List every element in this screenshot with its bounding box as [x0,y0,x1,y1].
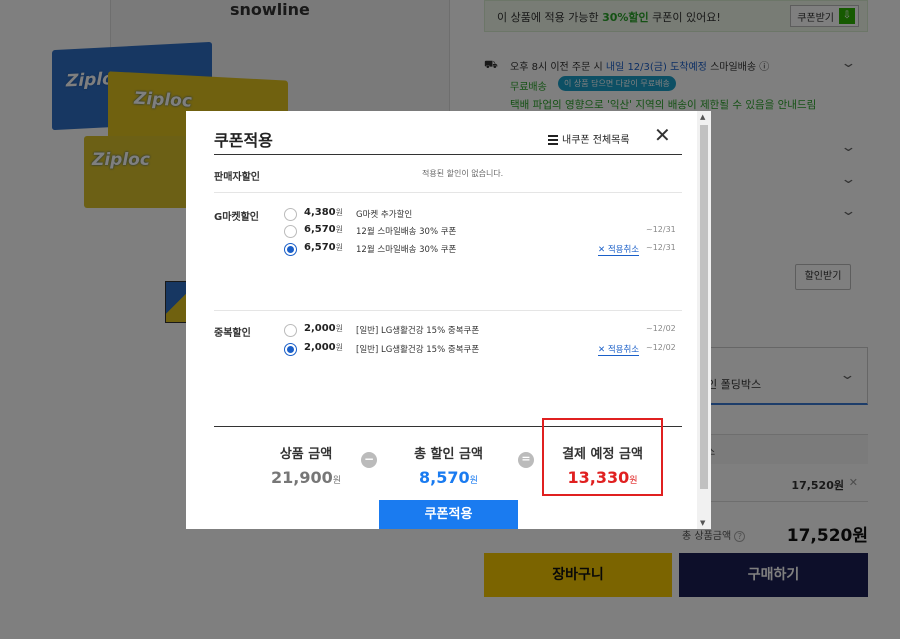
coupon-name: [일반] LG생활건강 15% 중복쿠폰 [356,345,480,355]
scroll-thumb[interactable] [700,125,708,489]
duplicate-discount-label: 중복할인 [214,328,251,339]
list-icon [548,133,558,147]
coupon-amount: 6,570원 [304,242,344,253]
section-divider [214,192,682,193]
close-icon[interactable]: ✕ [654,123,671,147]
coupon-expiry: ~12/31 [646,225,676,234]
coupon-row[interactable]: 2,000원 [일반] LG생활건강 15% 중복쿠폰 ✕ 적용취소 ~12/02 [284,342,684,360]
coupon-name: 12월 스마일배송 30% 쿠폰 [356,227,457,237]
coupon-expiry: ~12/31 [646,243,676,252]
coupon-expiry: ~12/02 [646,324,676,333]
coupon-row[interactable]: 2,000원 [일반] LG생활건강 15% 중복쿠폰 ~12/02 [284,323,684,341]
cancel-coupon-link[interactable]: ✕ 적용취소 [598,343,640,356]
coupon-name: 12월 스마일배송 30% 쿠폰 [356,245,457,255]
coupon-radio[interactable] [284,324,297,337]
coupon-row[interactable]: 6,570원 12월 스마일배송 30% 쿠폰 ✕ 적용취소 ~12/31 [284,242,684,260]
coupon-amount: 2,000원 [304,323,344,334]
modal-scrollbar[interactable]: ▲ ▼ [697,111,711,529]
minus-icon: − [361,452,377,468]
coupon-radio[interactable] [284,343,297,356]
no-discount-text: 적용된 할인이 없습니다. [422,169,504,178]
coupon-amount: 6,570원 [304,224,344,235]
equals-icon: = [518,452,534,468]
modal-title: 쿠폰적용 [214,131,273,150]
coupon-name: [일반] LG생활건강 15% 중복쿠폰 [356,326,480,336]
section-divider [214,310,682,311]
product-amount: 상품 금액 21,900원 [270,447,342,487]
coupon-modal: 쿠폰적용 내쿠폰 전체목록 ✕ 판매자할인 적용된 할인이 없습니다. G마켓할… [186,111,711,529]
gmarket-discount-label: G마켓할인 [214,212,260,223]
cancel-coupon-link[interactable]: ✕ 적용취소 [598,243,640,256]
coupon-expiry: ~12/02 [646,343,676,352]
my-coupons-link[interactable]: 내쿠폰 전체목록 [548,131,630,147]
seller-discount-label: 판매자할인 [214,172,260,183]
coupon-row[interactable]: 4,380원 G마켓 추가할인 [284,207,684,225]
apply-coupon-button[interactable]: 쿠폰적용 [379,500,518,529]
scroll-down-icon: ▼ [700,519,706,527]
title-divider [214,154,682,155]
scroll-up-icon: ▲ [700,113,706,121]
coupon-radio[interactable] [284,225,297,238]
payment-highlight-box [542,418,663,496]
coupon-amount: 2,000원 [304,342,344,353]
coupon-radio[interactable] [284,243,297,256]
coupon-radio[interactable] [284,208,297,221]
coupon-name: G마켓 추가할인 [356,210,413,220]
coupon-row[interactable]: 6,570원 12월 스마일배송 30% 쿠폰 ~12/31 [284,224,684,242]
total-discount-amount: 총 할인 금액 8,570원 [414,447,483,487]
coupon-amount: 4,380원 [304,207,344,218]
